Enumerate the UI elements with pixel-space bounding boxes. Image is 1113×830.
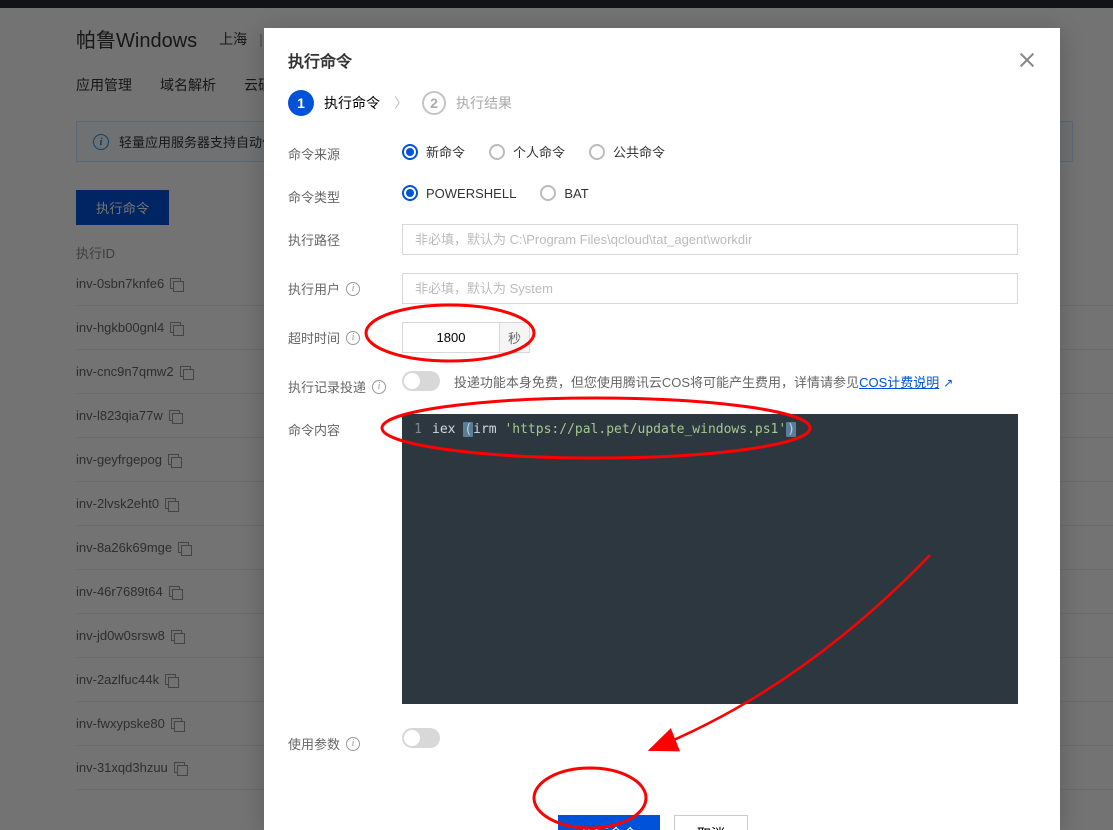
execute-button[interactable]: 执行命令 [558,815,660,830]
chevron-right-icon: 〉 [394,93,408,113]
close-icon[interactable] [1018,51,1036,69]
editor-code-line: iex (irm 'https://pal.pet/update_windows… [432,420,1018,441]
step-2-label: 执行结果 [456,93,512,113]
cos-pricing-link[interactable]: COS计费说明 [859,375,939,390]
label-exec-user: 执行用户 i [288,273,402,298]
external-link-icon: ↗ [943,376,953,390]
command-type-radio-group: POWERSHELL BAT [402,181,1018,201]
help-icon[interactable]: i [346,331,360,345]
label-command-content: 命令内容 [288,414,402,439]
step-1: 1 执行命令 [288,90,380,116]
editor-line-number: 1 [402,420,432,441]
radio-label: POWERSHELL [426,186,516,201]
cancel-button[interactable]: 取消 [674,815,748,830]
delivery-toggle[interactable] [402,371,440,391]
radio-new-command[interactable]: 新命令 [402,142,465,161]
modal-title: 执行命令 [288,48,352,72]
radio-label: 个人命令 [513,142,565,161]
label-command-type: 命令类型 [288,181,402,206]
help-icon[interactable]: i [346,737,360,751]
radio-bat[interactable]: BAT [540,185,588,201]
delivery-description: 投递功能本身免费，但您使用腾讯云COS将可能产生费用，详情请参见COS计费说明↗ [454,375,953,390]
radio-label: BAT [564,186,588,201]
label-delivery: 执行记录投递 i [288,371,402,396]
step-indicator: 1 执行命令 〉 2 执行结果 [288,90,1018,116]
step-2: 2 执行结果 [422,91,512,115]
timeout-unit: 秒 [499,323,529,352]
command-content-editor[interactable]: 1 iex (irm 'https://pal.pet/update_windo… [402,414,1018,704]
label-use-params: 使用参数 i [288,728,402,753]
help-icon[interactable]: i [346,282,360,296]
timeout-input[interactable] [403,323,499,352]
command-source-radio-group: 新命令 个人命令 公共命令 [402,138,1018,161]
exec-path-input[interactable] [402,224,1018,255]
label-timeout: 超时时间 i [288,322,402,347]
step-1-number: 1 [288,90,314,116]
radio-powershell[interactable]: POWERSHELL [402,185,516,201]
step-2-number: 2 [422,91,446,115]
radio-label: 新命令 [426,142,465,161]
label-exec-path: 执行路径 [288,224,402,249]
label-command-source: 命令来源 [288,138,402,163]
radio-label: 公共命令 [613,142,665,161]
exec-user-input[interactable] [402,273,1018,304]
step-1-label: 执行命令 [324,93,380,113]
modal-footer: 执行命令 取消 [288,771,1018,830]
radio-personal-command[interactable]: 个人命令 [489,142,565,161]
radio-public-command[interactable]: 公共命令 [589,142,665,161]
help-icon[interactable]: i [372,380,386,394]
use-params-toggle[interactable] [402,728,440,748]
timeout-input-wrapper: 秒 [402,322,530,353]
execute-command-modal: 执行命令 1 执行命令 〉 2 执行结果 命令来源 新命令 [264,28,1060,830]
